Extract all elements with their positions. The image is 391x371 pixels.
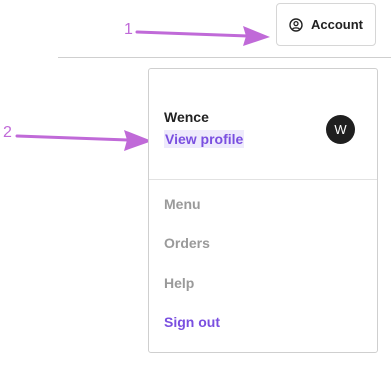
menu-item-help[interactable]: Help: [164, 275, 194, 291]
account-dropdown: Wence View profile W Menu Orders Help Si…: [148, 68, 378, 353]
user-name: Wence: [164, 109, 209, 125]
user-circle-icon: [289, 17, 303, 32]
avatar: W: [326, 115, 355, 144]
annotation-arrow-1: [135, 26, 270, 46]
account-button-label: Account: [311, 17, 363, 32]
menu-item-sign-out[interactable]: Sign out: [164, 314, 220, 330]
dropdown-divider: [149, 179, 377, 180]
avatar-initial: W: [334, 122, 347, 137]
view-profile-link[interactable]: View profile: [164, 130, 245, 148]
menu-item-menu[interactable]: Menu: [164, 196, 201, 212]
account-button[interactable]: Account: [276, 3, 376, 46]
header-divider: [58, 57, 391, 58]
menu-item-orders[interactable]: Orders: [164, 235, 210, 251]
annotation-arrow-2: [15, 130, 152, 151]
